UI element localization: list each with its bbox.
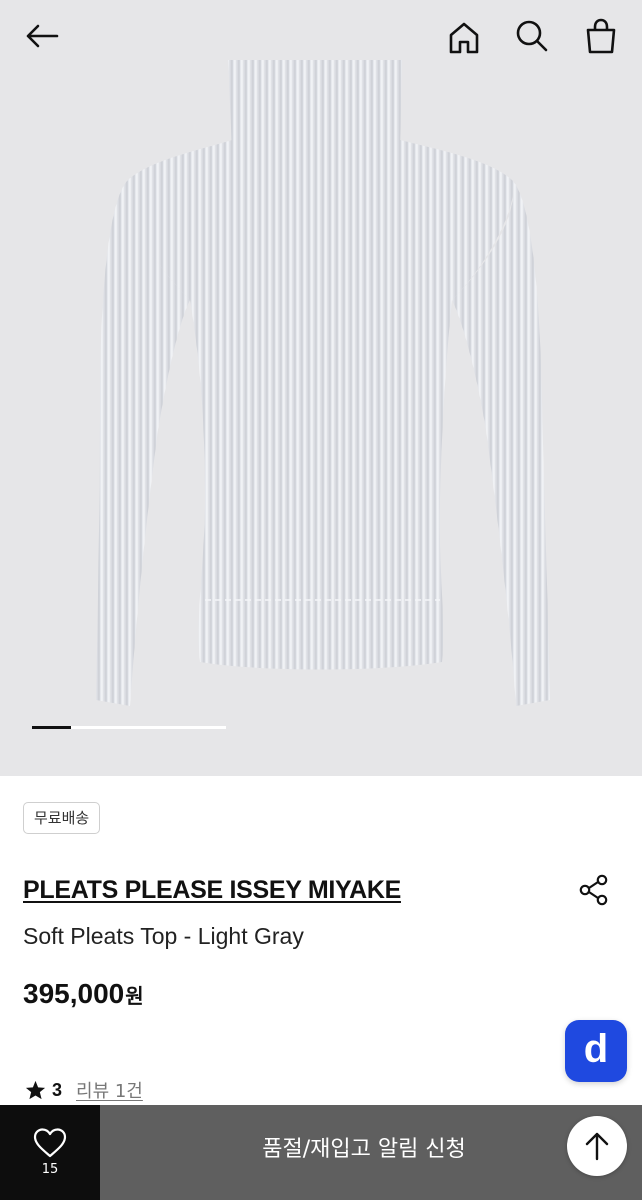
d-button-label: d (583, 1027, 609, 1071)
share-button[interactable] (572, 868, 616, 912)
share-icon (579, 874, 608, 906)
free-shipping-badge: 무료배송 (23, 802, 101, 834)
scroll-to-top-button[interactable] (567, 1116, 627, 1176)
rating-row: 3 리뷰 1건 (25, 1076, 143, 1104)
search-icon (516, 20, 548, 52)
home-button[interactable] (440, 14, 488, 62)
price-value: 395,000 (23, 978, 125, 1009)
price: 395,000 원 (23, 978, 144, 1010)
like-button[interactable]: 15 (0, 1105, 100, 1200)
d-floating-button[interactable]: d (565, 1020, 627, 1082)
like-count: 15 (41, 1162, 59, 1177)
home-icon (449, 22, 479, 54)
gallery-progress-fill (32, 726, 71, 729)
product-image (96, 60, 550, 706)
back-button[interactable] (18, 12, 66, 60)
star-icon (25, 1080, 46, 1100)
gallery-progress-bar (32, 726, 226, 729)
restock-alert-button[interactable]: 품절/재입고 알림 신청 (100, 1105, 642, 1200)
product-title: Soft Pleats Top - Light Gray (23, 923, 304, 949)
arrow-up-icon (585, 1132, 609, 1161)
brand-name-link[interactable]: PLEATS PLEASE ISSEY MIYAKE (23, 876, 401, 905)
bottom-action-bar: 15 품절/재입고 알림 신청 (0, 1105, 642, 1200)
review-count-link[interactable]: 리뷰 1건 (76, 1077, 143, 1103)
restock-alert-label: 품절/재입고 알림 신청 (262, 1136, 466, 1162)
product-image-gallery[interactable] (0, 0, 642, 776)
search-button[interactable] (508, 12, 556, 60)
rating-value: 3 (52, 1079, 63, 1100)
cart-button[interactable] (577, 12, 625, 60)
heart-icon (33, 1128, 67, 1158)
top-navigation-bar (0, 0, 642, 76)
shopping-bag-icon (586, 18, 616, 54)
arrow-left-icon (26, 24, 59, 48)
price-currency: 원 (125, 984, 144, 1008)
